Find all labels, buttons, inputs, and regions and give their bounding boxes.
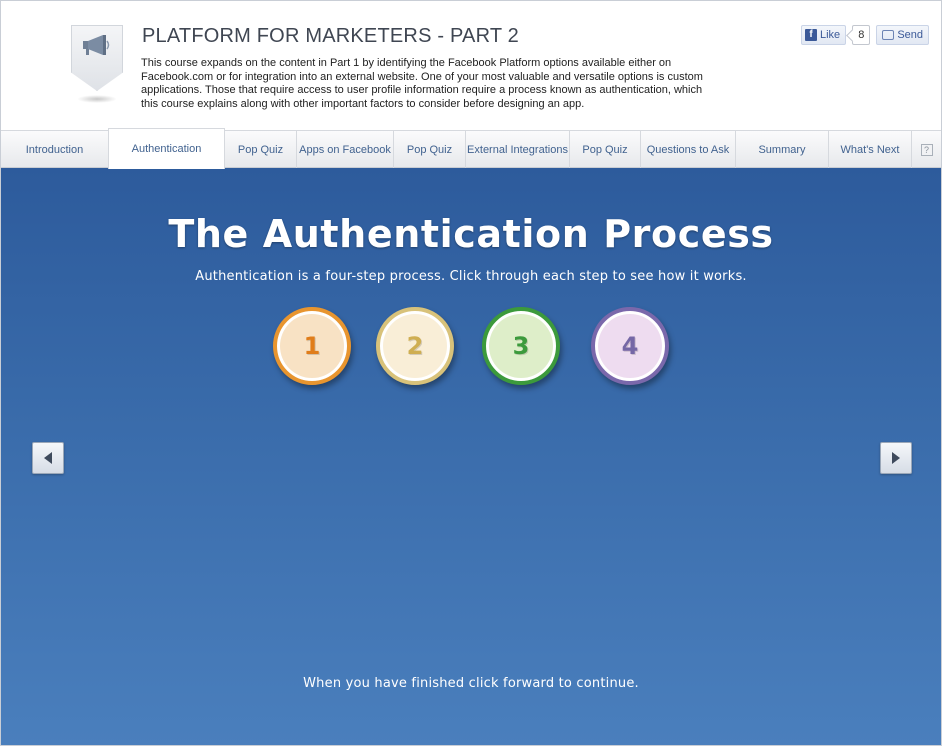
step-2-button[interactable]: 2	[376, 307, 454, 385]
course-badge	[71, 25, 123, 103]
course-title: PLATFORM FOR MARKETERS - PART 2	[142, 25, 519, 47]
tab-pop-quiz-3[interactable]: Pop Quiz	[570, 131, 641, 168]
stage-subtitle: Authentication is a four-step process. C…	[195, 269, 747, 284]
help-icon: ?	[920, 143, 933, 156]
tab-external-integrations[interactable]: External Integrations	[466, 131, 570, 168]
tab-questions-to-ask[interactable]: Questions to Ask	[641, 131, 736, 168]
tab-whats-next[interactable]: What's Next	[829, 131, 912, 168]
tab-pop-quiz-2[interactable]: Pop Quiz	[394, 131, 466, 168]
step-3-label: 3	[512, 332, 530, 360]
like-label: Like	[820, 29, 841, 41]
tab-summary[interactable]: Summary	[736, 131, 829, 168]
step-1-button[interactable]: 1	[273, 307, 351, 385]
course-header: PLATFORM FOR MARKETERS - PART 2 This cou…	[1, 1, 941, 130]
stage-footer-instruction: When you have finished click forward to …	[303, 676, 639, 691]
send-icon	[882, 30, 895, 40]
facebook-icon: f	[805, 29, 817, 41]
stage-title: The Authentication Process	[168, 212, 774, 256]
step-3-button[interactable]: 3	[482, 307, 560, 385]
megaphone-icon	[83, 35, 110, 55]
course-window: PLATFORM FOR MARKETERS - PART 2 This cou…	[0, 0, 942, 746]
next-button[interactable]	[880, 442, 912, 474]
like-button[interactable]: f Like	[801, 25, 847, 45]
step-2-label: 2	[406, 332, 424, 360]
course-description: This course expands on the content in Pa…	[141, 57, 703, 110]
send-button[interactable]: Send	[876, 25, 930, 45]
arrow-left-icon	[44, 452, 52, 464]
tab-introduction[interactable]: Introduction	[1, 131, 109, 168]
previous-button[interactable]	[32, 442, 64, 474]
badge-shadow	[77, 95, 117, 103]
tab-apps-on-facebook[interactable]: Apps on Facebook	[297, 131, 394, 168]
content-stage: The Authentication Process Authenticatio…	[1, 168, 941, 745]
step-1-label: 1	[303, 332, 321, 360]
arrow-right-icon	[892, 452, 900, 464]
step-4-label: 4	[621, 332, 639, 360]
step-4-button[interactable]: 4	[591, 307, 669, 385]
like-count: 8	[852, 25, 871, 45]
tab-help[interactable]: ?	[912, 131, 941, 168]
send-label: Send	[897, 29, 924, 41]
facebook-social-plugin: f Like 8 Send	[801, 25, 930, 45]
course-tabs: Introduction Authentication Pop Quiz App…	[1, 128, 941, 169]
tab-pop-quiz-1[interactable]: Pop Quiz	[225, 131, 297, 168]
tab-authentication[interactable]: Authentication	[108, 128, 225, 169]
